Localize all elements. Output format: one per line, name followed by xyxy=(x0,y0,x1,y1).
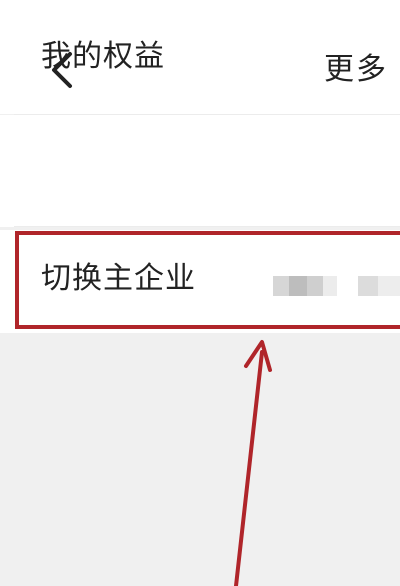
settings-more-screen: 更多 我的权益 切换主企业 xyxy=(0,0,400,586)
pointer-arrow-annotation xyxy=(234,340,272,586)
